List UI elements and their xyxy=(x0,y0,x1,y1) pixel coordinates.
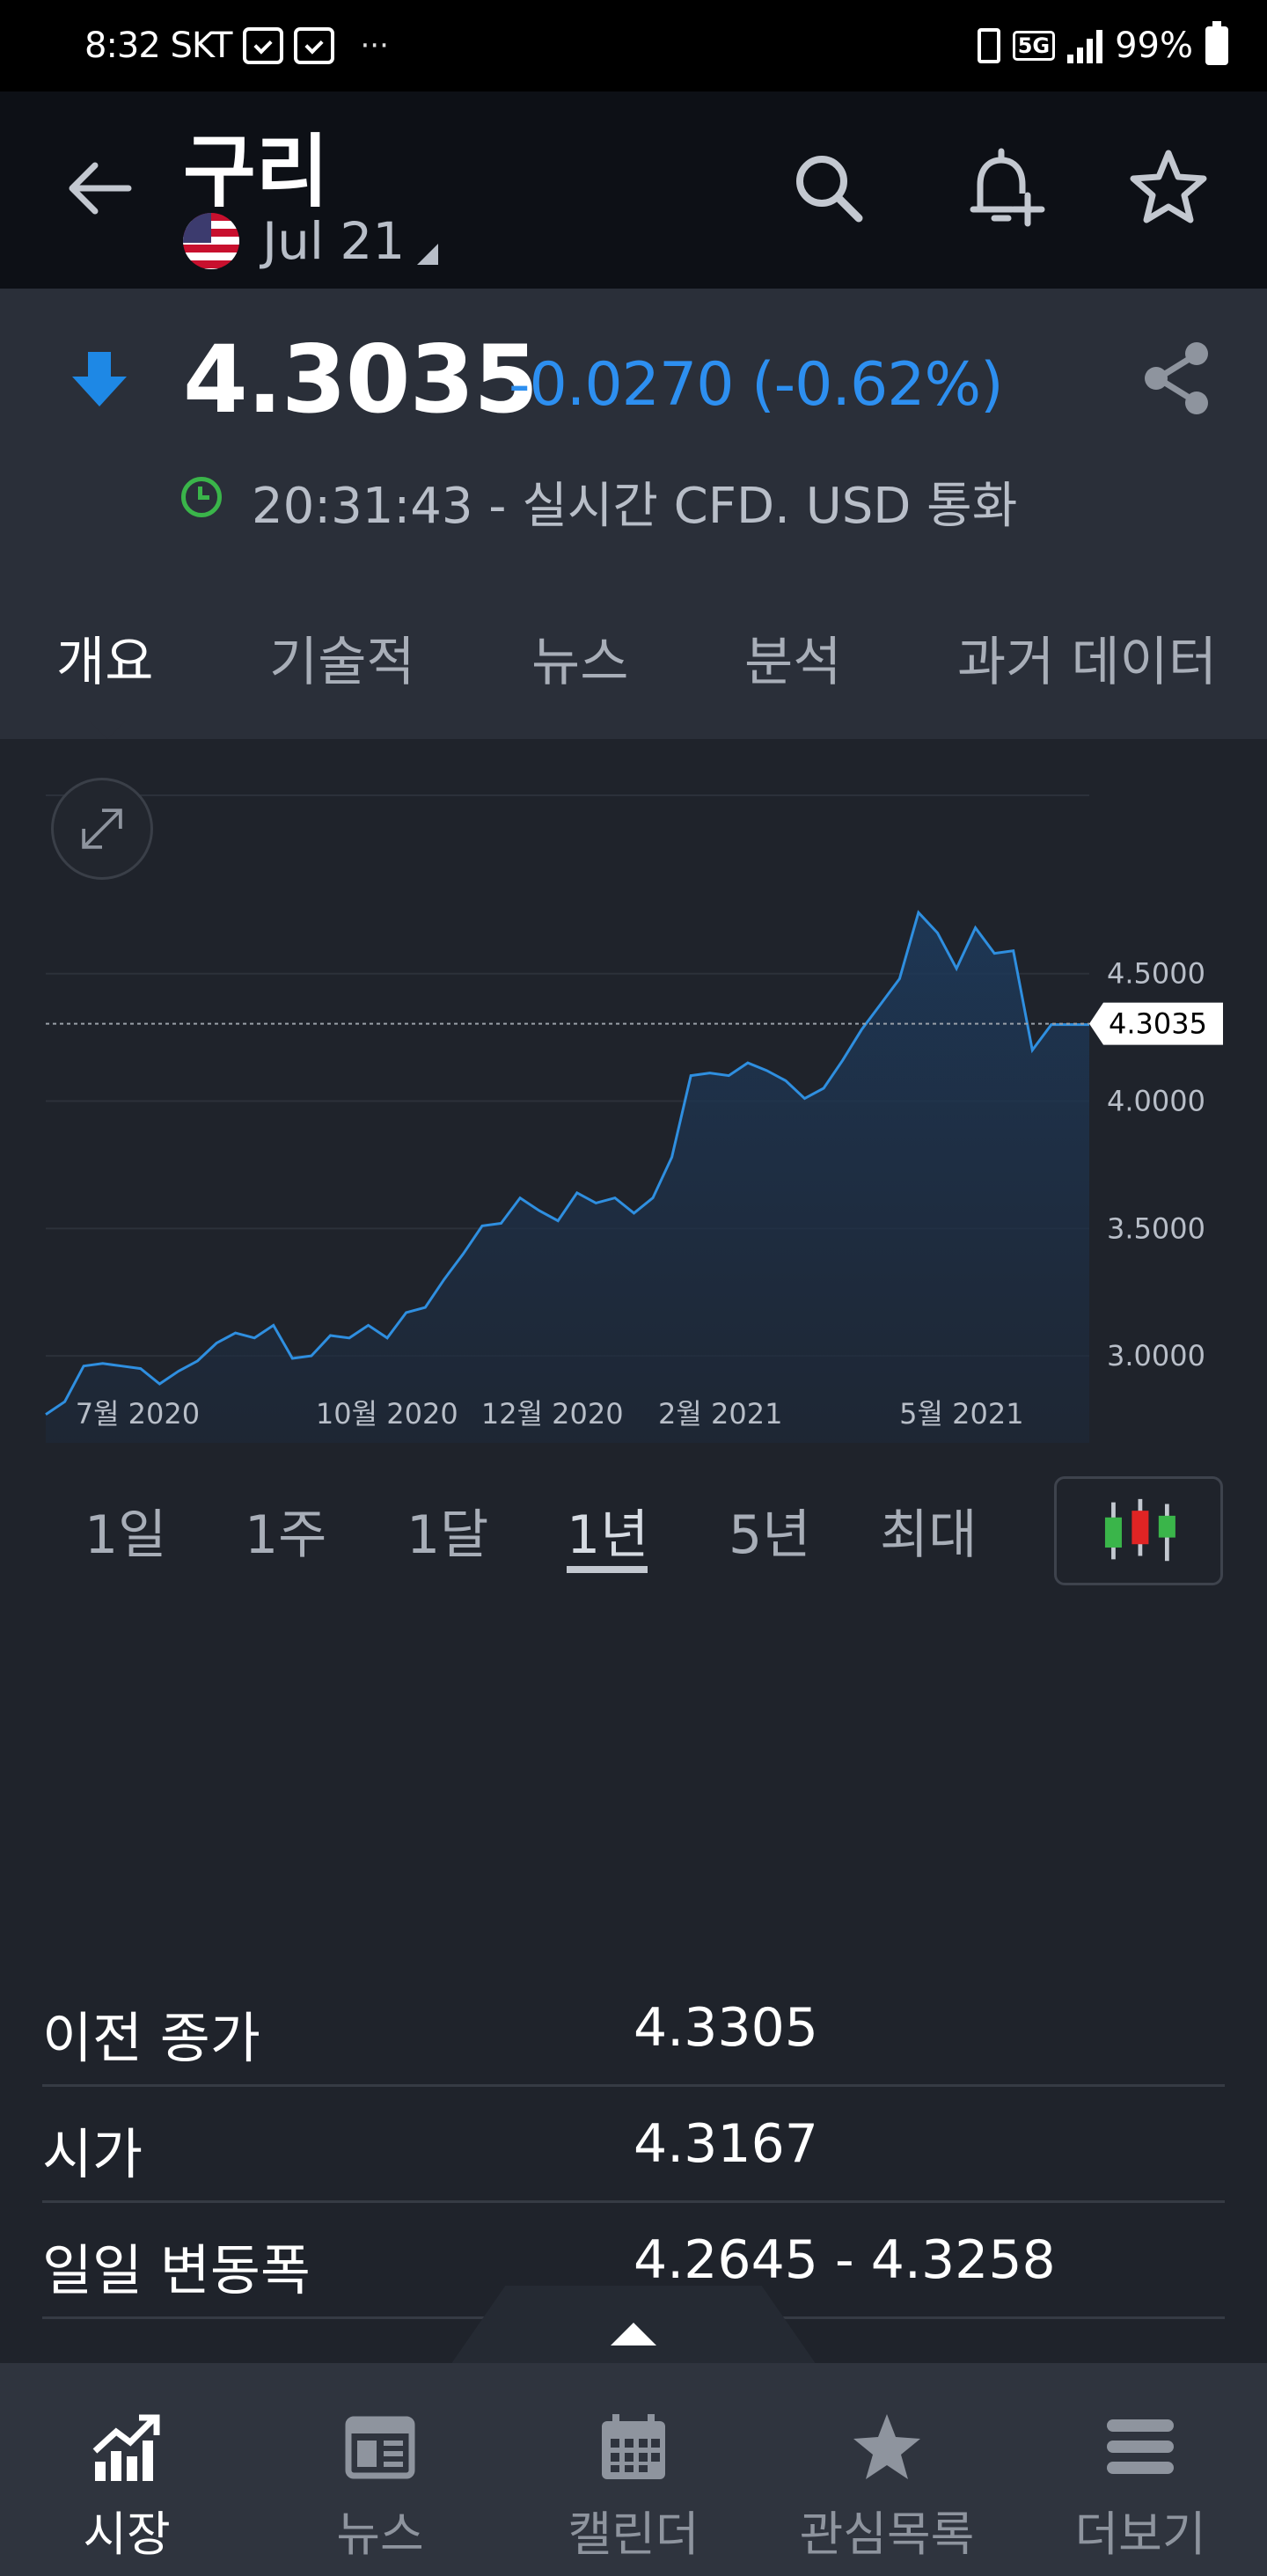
menu-icon xyxy=(1107,2419,1174,2474)
price-chart-plot: 4.5000 4.0000 3.5000 3.0000 7월 2020 10월 2020… xyxy=(45,794,1223,1470)
nav-label: 뉴스 xyxy=(336,2506,424,2562)
price-down-arrow-icon xyxy=(72,352,127,406)
instrument-title: 구리 xyxy=(183,126,329,218)
chart-growth-icon xyxy=(92,2414,160,2481)
contract-selector[interactable]: Jul 21 xyxy=(183,211,439,271)
nav-label: 캘린더 xyxy=(568,2506,699,2562)
x-tick-label: 12월 2020 xyxy=(481,1397,624,1431)
quote-time-info: 20:31:43 - 실시간 CFD. USD 통화 xyxy=(252,478,1018,535)
stat-label: 시가 xyxy=(42,2122,143,2186)
calendar-icon xyxy=(602,2414,665,2479)
tab-historical-data[interactable]: 과거 데이터 xyxy=(957,619,1217,696)
back-arrow-icon[interactable] xyxy=(58,146,143,231)
share-icon[interactable] xyxy=(1140,340,1214,417)
status-bar: 8:32 SKT ··· 5G 99% xyxy=(0,0,1267,91)
current-price-marker: 4.3035 xyxy=(1089,1002,1223,1045)
price-area-fill xyxy=(46,912,1089,1469)
realtime-clock-icon xyxy=(181,477,222,517)
fullscreen-expand-icon[interactable] xyxy=(51,778,153,880)
chevron-up-icon xyxy=(611,2323,656,2345)
add-alert-bell-icon[interactable] xyxy=(961,144,1049,232)
nav-calendar[interactable]: 캘린더 xyxy=(507,2363,760,2576)
stat-value: 4.3305 xyxy=(634,1997,818,2059)
status-time: 8:32 SKT xyxy=(84,26,232,66)
stat-row-open: 시가 4.3167 xyxy=(42,2087,1225,2203)
tab-news[interactable]: 뉴스 xyxy=(531,619,628,696)
active-range-underline xyxy=(567,1566,648,1573)
search-icon[interactable] xyxy=(785,144,873,232)
app-header: 구리 Jul 21 xyxy=(0,91,1267,289)
range-5y[interactable]: 5년 xyxy=(729,1492,810,1569)
x-tick-label: 5월 2021 xyxy=(899,1397,1023,1431)
bottom-navigation: 시장 뉴스 캘린더 관심목록 더보기 xyxy=(0,2363,1267,2576)
range-1w[interactable]: 1주 xyxy=(245,1492,326,1569)
range-max[interactable]: 최대 xyxy=(880,1492,977,1569)
contract-month: Jul 21 xyxy=(262,211,406,271)
newspaper-icon xyxy=(345,2416,415,2479)
nav-markets[interactable]: 시장 xyxy=(0,2363,253,2576)
range-1y[interactable]: 1년 xyxy=(567,1492,648,1569)
y-tick-label: 4.0000 xyxy=(1107,1085,1205,1118)
last-price: 4.3035 xyxy=(183,326,538,434)
stat-label: 이전 종가 xyxy=(42,2006,260,2070)
star-icon xyxy=(853,2414,920,2479)
tab-overview[interactable]: 개요 xyxy=(56,619,153,696)
nav-label: 관심목록 xyxy=(799,2506,975,2562)
vibrate-icon xyxy=(977,28,1000,63)
time-range-selector: 1일 1주 1달 1년 5년 최대 xyxy=(0,1443,1267,1619)
y-tick-label: 3.5000 xyxy=(1107,1211,1205,1245)
candlestick-toggle-icon[interactable] xyxy=(1054,1476,1223,1585)
section-tabs: 개요 기술적 뉴스 분석 과거 데이터 xyxy=(0,563,1267,739)
dropdown-corner-icon xyxy=(417,244,439,265)
y-tick-label: 3.0000 xyxy=(1107,1339,1205,1372)
nav-more[interactable]: 더보기 xyxy=(1014,2363,1267,2576)
watchlist-star-icon[interactable] xyxy=(1124,144,1212,232)
price-chart[interactable]: 4.5000 4.0000 3.5000 3.0000 7월 2020 10월 2020… xyxy=(0,739,1267,1470)
us-flag-icon xyxy=(183,213,239,269)
y-tick-label: 4.5000 xyxy=(1107,957,1205,991)
nav-label: 더보기 xyxy=(1074,2506,1206,2562)
battery-level: 99% xyxy=(1115,26,1193,66)
stat-value: 4.3167 xyxy=(634,2113,818,2175)
signal-icon xyxy=(1067,28,1103,63)
tab-analysis[interactable]: 분석 xyxy=(744,619,841,696)
more-notifications-indicator: ··· xyxy=(360,28,389,63)
quote-panel: 4.3035 -0.0270 (-0.62%) 20:31:43 - 실시간 C… xyxy=(0,289,1267,563)
battery-icon xyxy=(1205,21,1228,65)
calendar-notification-icon xyxy=(242,27,283,64)
nav-label: 시장 xyxy=(83,2506,171,2562)
stat-value: 4.2645 - 4.3258 xyxy=(634,2229,1056,2291)
range-1d[interactable]: 1일 xyxy=(84,1492,166,1569)
stat-label: 일일 변동폭 xyxy=(42,2238,311,2302)
x-tick-label: 7월 2020 xyxy=(76,1397,200,1431)
calendar-notification-icon xyxy=(293,27,334,64)
price-change: -0.0270 (-0.62%) xyxy=(509,350,1004,420)
network-type-badge: 5G xyxy=(1012,31,1056,61)
range-1m[interactable]: 1달 xyxy=(406,1492,488,1569)
active-tab-indicator xyxy=(90,721,125,739)
x-tick-label: 2월 2021 xyxy=(658,1397,782,1431)
x-tick-label: 10월 2020 xyxy=(316,1397,458,1431)
tab-technical[interactable]: 기술적 xyxy=(269,619,415,696)
current-price-label: 4.3035 xyxy=(1109,1007,1207,1041)
nav-news[interactable]: 뉴스 xyxy=(253,2363,507,2576)
nav-watchlist[interactable]: 관심목록 xyxy=(760,2363,1014,2576)
stat-row-previous-close: 이전 종가 4.3305 xyxy=(42,1971,1225,2087)
